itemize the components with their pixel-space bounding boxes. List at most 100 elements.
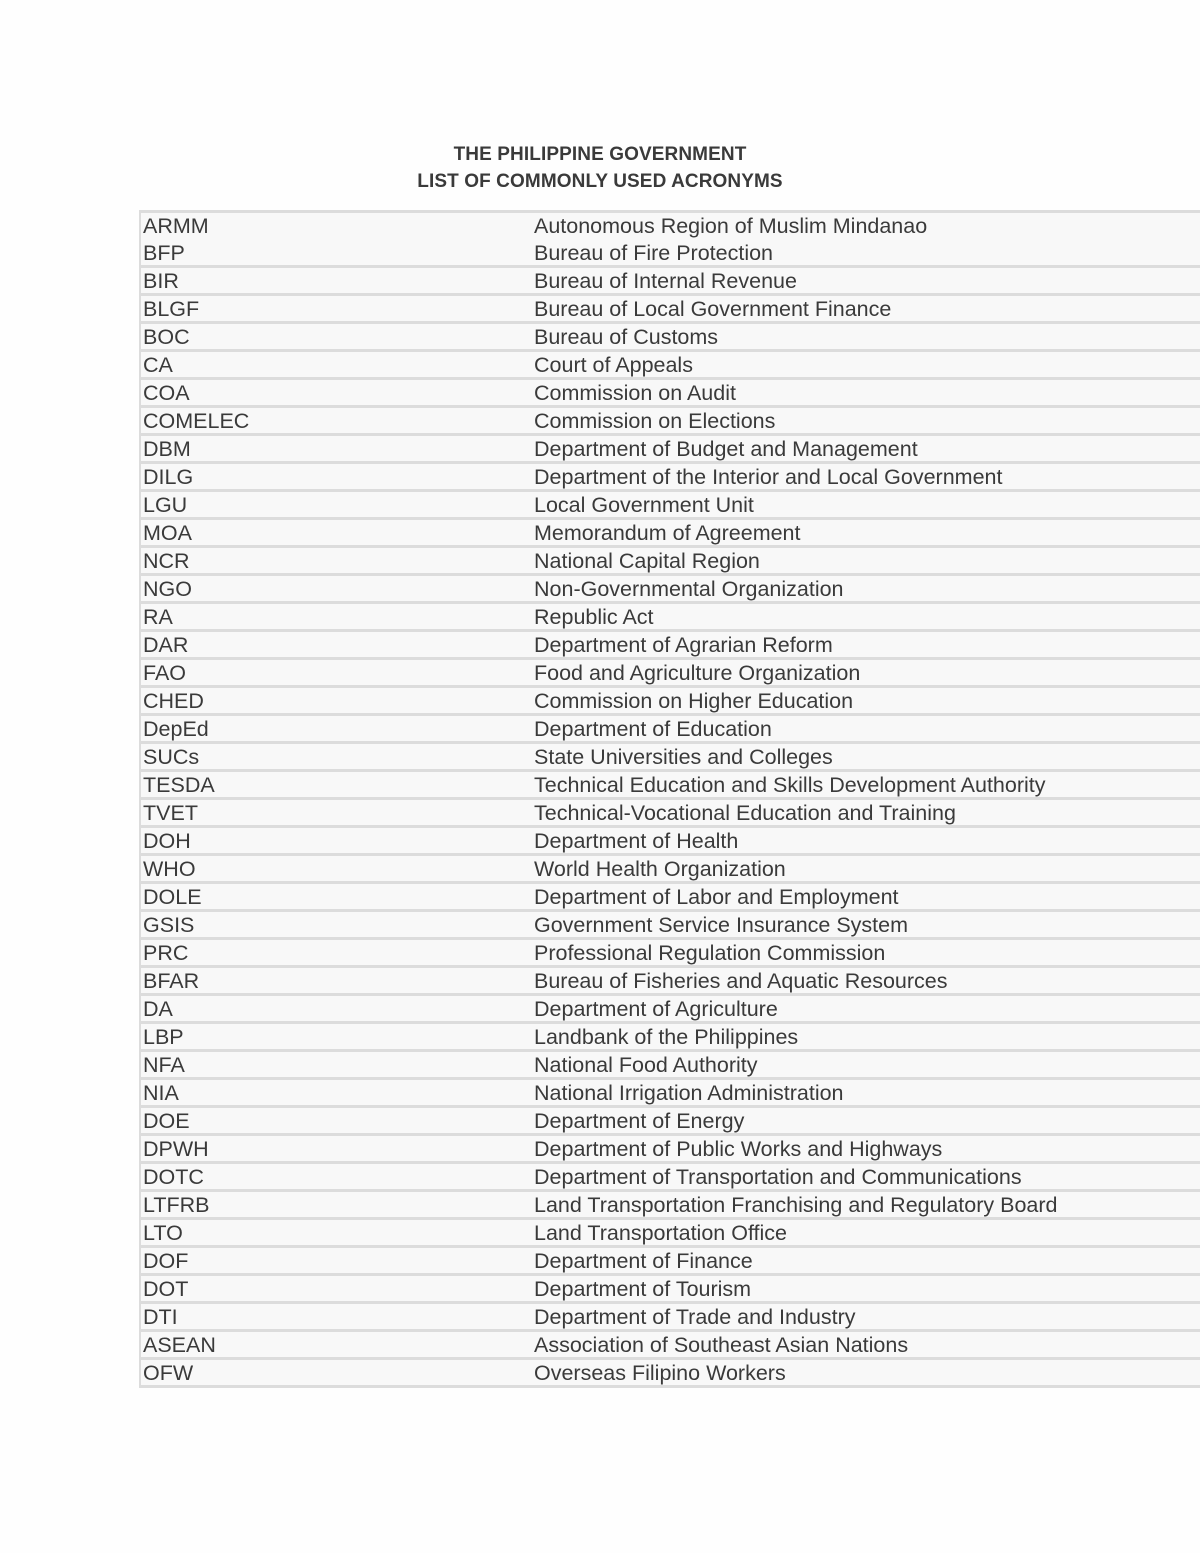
acronym-cell: DPWH — [143, 1137, 209, 1161]
acronym-cell: SUCs — [143, 745, 200, 769]
table-row: LGU Local Government Unit — [141, 492, 1200, 520]
definition-cell: Bureau of Fisheries and Aquatic Resource… — [534, 969, 948, 993]
definition-cell: Department of Agrarian Reform — [534, 633, 833, 657]
definition-cell: Department of Trade and Industry — [534, 1305, 856, 1329]
definition-cell: National Capital Region — [534, 549, 760, 573]
acronym-cell: COA — [143, 381, 190, 405]
acronym-cell: DOLE — [143, 885, 202, 909]
acronym-cell: DAR — [143, 633, 189, 657]
acronym-cell: LTO — [143, 1221, 183, 1245]
acronym-cell: ASEAN — [143, 1333, 216, 1357]
acronym-cell: NIA — [143, 1081, 179, 1105]
definition-cell: Food and Agriculture Organization — [534, 661, 861, 685]
definition-cell: Department of Tourism — [534, 1277, 752, 1301]
definition-cell: Landbank of the Philippines — [534, 1025, 799, 1049]
table-row: DBM Department of Budget and Management — [141, 436, 1200, 464]
acronym-cell: ARMM BFP — [141, 213, 534, 267]
definition-cell: World Health Organization — [534, 857, 786, 881]
definition-cell: Government Service Insurance System — [534, 913, 909, 937]
definition-cell: Local Government Unit — [534, 493, 754, 517]
definition-cell: Overseas Filipino Workers — [534, 1361, 786, 1385]
table-row: NIA National Irrigation Administration — [141, 1080, 1200, 1108]
definition-cell: Professional Regulation Commission — [534, 941, 886, 965]
table-row: LBP Landbank of the Philippines — [141, 1024, 1200, 1052]
definition-cell: Department of Agriculture — [534, 997, 778, 1021]
definition-cell: Court of Appeals — [534, 353, 693, 377]
table-row: LTFRB Land Transportation Franchising and… — [141, 1192, 1200, 1220]
definition-cell: Bureau of Internal Revenue — [534, 269, 797, 293]
table-row: DepEd Department of Education — [141, 716, 1200, 744]
acronym-cell: CHED — [143, 689, 204, 713]
definition-cell: Autonomous Region of Muslim Mindanao Bur… — [534, 213, 1200, 267]
table-row: DPWH Department of Public Works and Highw… — [141, 1136, 1200, 1164]
table-row: BFAR Bureau of Fisheries and Aquatic Reso… — [141, 968, 1200, 996]
acronym-cell: BOC — [143, 325, 190, 349]
definition-cell: Bureau of Customs — [534, 325, 719, 349]
acronym-cell: MOA — [143, 521, 192, 545]
table-row: OFW Overseas Filipino Workers — [141, 1360, 1200, 1388]
table-row: DOT Department of Tourism — [141, 1276, 1200, 1304]
table-row: LTO Land Transportation Office — [141, 1220, 1200, 1248]
acronym-cell: DOF — [143, 1249, 189, 1273]
acronym-cell: RA — [143, 605, 173, 629]
table-row: BIR Bureau of Internal Revenue — [141, 268, 1200, 296]
acronym-cell: LGU — [143, 493, 188, 517]
definition-cell: Department of Transportation and Communi… — [534, 1165, 1022, 1189]
table-row: CHED Commission on Higher Education — [141, 688, 1200, 716]
definition-cell: Department of Public Works and Highways — [534, 1137, 943, 1161]
table-row: DILG Department of the Interior and Local… — [141, 464, 1200, 492]
acronym-cell: OFW — [143, 1361, 194, 1385]
table-row: RA Republic Act — [141, 604, 1200, 632]
table-row: MOA Memorandum of Agreement — [141, 520, 1200, 548]
table-row: TESDA Technical Education and Skills Deve… — [141, 772, 1200, 800]
acronym-cell: LBP — [143, 1025, 184, 1049]
acronym-cell: BLGF — [143, 297, 200, 321]
table-row: PRC Professional Regulation Commission — [141, 940, 1200, 968]
table-row: GSIS Government Service Insurance System — [141, 912, 1200, 940]
acronym-cell: NGO — [143, 577, 192, 601]
document-title: THE PHILIPPINE GOVERNMENT LIST OF COMMON… — [0, 141, 1200, 195]
acronym-cell: BIR — [143, 269, 179, 293]
acronym-cell: TVET — [143, 801, 198, 825]
acronym-cell: DOTC — [143, 1165, 204, 1189]
table-row: COA Commission on Audit — [141, 380, 1200, 408]
definition-cell: Department of the Interior and Local Gov… — [534, 465, 1003, 489]
definition-cell: Technical-Vocational Education and Train… — [534, 801, 956, 825]
definition-cell: Non-Governmental Organization — [534, 577, 844, 601]
definition-cell: Department of Labor and Employment — [534, 885, 899, 909]
table-row: DOLE Department of Labor and Employment — [141, 884, 1200, 912]
acronym-cell: COMELEC — [143, 409, 250, 433]
acronym-cell: BFAR — [143, 969, 200, 993]
acronym-cell: LTFRB — [143, 1193, 210, 1217]
acronym-cell: DBM — [143, 437, 191, 461]
table-row: NCR National Capital Region — [141, 548, 1200, 576]
definition-cell: State Universities and Colleges — [534, 745, 833, 769]
definition-cell: Commission on Audit — [534, 381, 736, 405]
definition-cell: Commission on Elections — [534, 409, 776, 433]
table-row: DOH Department of Health — [141, 828, 1200, 856]
definition-cell: National Irrigation Administration — [534, 1081, 844, 1105]
definition-cell: Republic Act — [534, 605, 654, 629]
definition-cell: Commission on Higher Education — [534, 689, 854, 713]
table-row: BLGF Bureau of Local Government Finance — [141, 296, 1200, 324]
definition-cell: Department of Health — [534, 829, 739, 853]
acronym-text: BFP — [143, 241, 185, 265]
table-row: BOC Bureau of Customs — [141, 324, 1200, 352]
title-line-2: LIST OF COMMONLY USED ACRONYMS — [417, 171, 783, 192]
table-row: FAO Food and Agriculture Organization — [141, 660, 1200, 688]
table-row: CA Court of Appeals — [141, 352, 1200, 380]
definition-cell: Memorandum of Agreement — [534, 521, 801, 545]
acronym-text: ARMM — [143, 214, 209, 238]
table-row: NGO Non-Governmental Organization — [141, 576, 1200, 604]
acronym-cell: NFA — [143, 1053, 185, 1077]
table-row: TVET Technical-Vocational Education and T… — [141, 800, 1200, 828]
definition-cell: Department of Energy — [534, 1109, 745, 1133]
definition-cell: Department of Budget and Management — [534, 437, 918, 461]
definition-cell: Department of Education — [534, 717, 772, 741]
acronym-cell: GSIS — [143, 913, 195, 937]
acronym-cell: DA — [143, 997, 173, 1021]
table-row: DOE Department of Energy — [141, 1108, 1200, 1136]
acronym-cell: DOE — [143, 1109, 190, 1133]
acronym-cell: DepEd — [143, 717, 209, 741]
acronym-cell: DOT — [143, 1277, 189, 1301]
